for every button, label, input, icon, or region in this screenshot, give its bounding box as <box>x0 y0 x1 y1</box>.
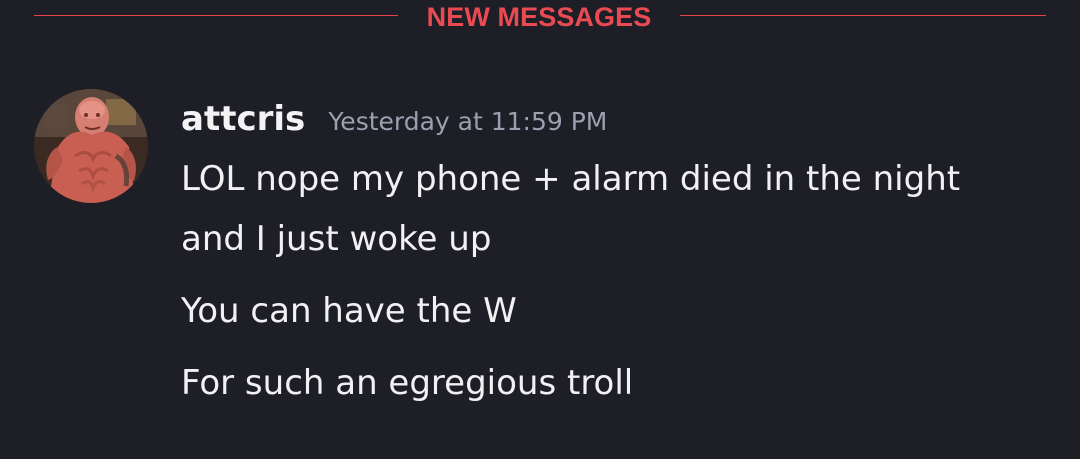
message-timestamp: Yesterday at 11:59 PM <box>328 107 608 136</box>
user-avatar-icon[interactable] <box>34 89 148 203</box>
message-group: attcris Yesterday at 11:59 PM LOL nope m… <box>34 86 1044 406</box>
divider-line-right <box>680 15 1046 16</box>
message-line: and I just woke up <box>181 219 492 259</box>
message-header: attcris Yesterday at 11:59 PM <box>181 86 607 156</box>
divider-line-left <box>34 15 398 16</box>
new-messages-label: NEW MESSAGES <box>426 2 652 32</box>
message-content: LOL nope my phone + alarm died in the ni… <box>181 149 1031 413</box>
message-line: For such an egregious troll <box>181 363 634 403</box>
message-line: You can have the W <box>181 291 517 331</box>
new-messages-divider: NEW MESSAGES <box>34 0 1046 34</box>
message-line: LOL nope my phone + alarm died in the ni… <box>181 159 961 199</box>
username-link[interactable]: attcris <box>181 86 305 152</box>
